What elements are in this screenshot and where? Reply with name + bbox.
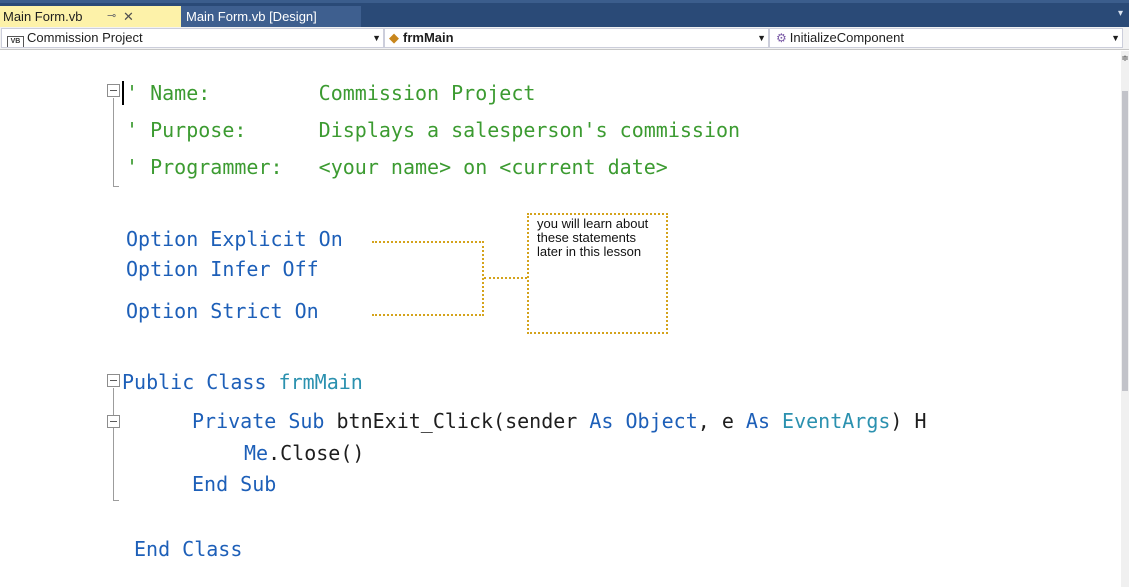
sub-outline-guide-end [113,500,119,501]
collapse-sub-icon[interactable] [107,415,120,428]
split-window-icon[interactable]: ≑ [1121,52,1129,64]
tab-main-form-code[interactable]: Main Form.vb ⊸ ✕ [0,6,181,27]
project-dropdown-value: Commission Project [27,30,143,45]
close-icon[interactable]: ✕ [123,6,134,27]
end-sub-line: End Sub [192,472,277,496]
callout-text: you will learn about these statements la… [537,216,649,259]
chevron-down-icon: ▼ [1111,33,1120,43]
me-close-line: Me.Close() [244,441,364,465]
end-class-line: End Class [134,537,243,561]
class-dropdown[interactable]: ◆ frmMain ▼ [384,28,769,48]
project-dropdown[interactable]: VB Commission Project ▼ [1,28,384,48]
document-tab-strip: Main Form.vb ⊸ ✕ Main Form.vb [Design] ▾ [0,0,1129,27]
collapse-comments-icon[interactable] [107,84,120,97]
comment-name-line: ' Name: Commission Project [126,81,536,105]
scrollbar-thumb[interactable] [1122,91,1128,391]
annotation-callout: you will learn about these statements la… [527,213,668,334]
sub-name: btnExit_Click(sender [336,409,590,433]
tab-main-form-design-label: Main Form.vb [Design] [186,9,317,24]
comment-purpose-line: ' Purpose: Displays a salesperson's comm… [126,118,741,142]
class-keyword: Public Class [122,370,279,394]
pin-icon[interactable]: ⊸ [107,6,116,27]
navigation-bar: VB Commission Project ▼ ◆ frmMain ▼ ⚙ Initi… [0,27,1129,50]
second-param: , e [697,409,746,433]
collapse-class-icon[interactable] [107,374,120,387]
chevron-down-icon: ▼ [757,33,766,43]
close-call: .Close() [268,441,365,465]
tab-main-form-code-label: Main Form.vb [3,9,83,24]
comment-programmer-line: ' Programmer: <your name> on <current da… [126,155,668,179]
member-dropdown[interactable]: ⚙ InitializeComponent ▼ [769,28,1123,48]
tab-strip-accent [0,0,1129,3]
sub-outline-guide [113,429,114,501]
class-name: frmMain [278,370,363,394]
class-dropdown-value: frmMain [403,30,454,45]
as-keyword: As [745,409,783,433]
outline-guide [113,98,114,187]
code-editor[interactable]: ' Name: Commission Project ' Purpose: Di… [0,51,1129,587]
class-declaration-line: Public Class frmMain [122,370,363,394]
callout-connector-bottom [372,314,484,316]
class-icon: ◆ [389,30,399,45]
callout-connector-pointer [484,277,527,279]
method-icon: ⚙ [776,31,787,45]
object-type: Object [625,409,698,433]
as-keyword: As [589,409,626,433]
chevron-down-icon: ▼ [372,33,381,43]
vb-project-icon: VB [7,36,24,47]
option-infer-line: Option Infer Off [126,257,319,281]
me-keyword: Me [244,441,269,465]
option-strict-line: Option Strict On [126,299,319,323]
member-dropdown-value: InitializeComponent [789,30,904,45]
vertical-scrollbar[interactable]: ≑ [1121,51,1129,587]
text-caret [122,81,124,105]
option-explicit-line: Option Explicit On [126,227,343,251]
outline-guide-end [113,186,119,187]
handles-clause-start: ) H [890,409,927,433]
sub-keyword: Private Sub [192,409,337,433]
callout-connector-top [372,241,484,243]
eventargs-type: EventArgs [782,409,891,433]
tab-main-form-design[interactable]: Main Form.vb [Design] [181,6,361,27]
tab-overflow-icon[interactable]: ▾ [1118,8,1123,19]
sub-declaration-line: Private Sub btnExit_Click(sender As Obje… [192,409,927,433]
